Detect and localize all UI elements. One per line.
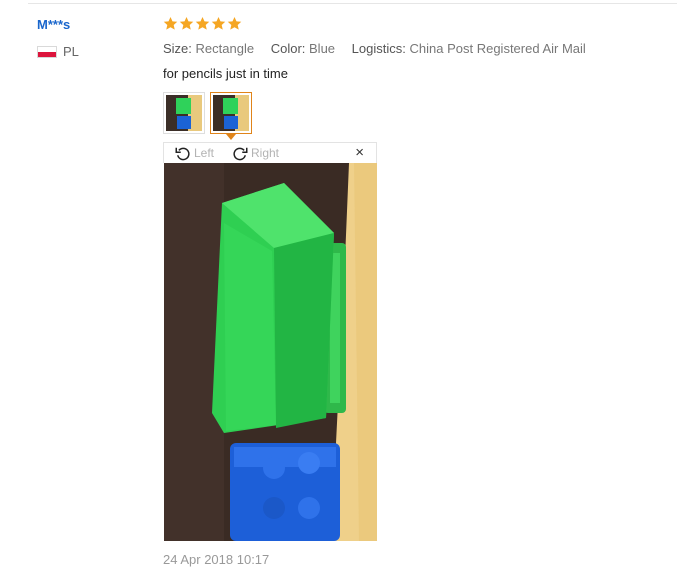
reviewer-country: PL — [37, 44, 79, 59]
star-icon — [163, 16, 178, 30]
star-icon — [179, 16, 194, 30]
photo-thumbnail-2[interactable] — [210, 92, 252, 140]
image-viewer-toolbar: Left Right × — [163, 142, 377, 163]
star-icon — [211, 16, 226, 30]
product-attributes: Size: Rectangle Color: Blue Logistics: C… — [163, 41, 599, 56]
reviewer-name[interactable]: M***s — [37, 17, 70, 32]
divider — [28, 3, 677, 4]
attribute-logistics: Logistics: China Post Registered Air Mai… — [351, 41, 586, 56]
star-icon — [195, 16, 210, 30]
active-caret-icon — [226, 134, 236, 140]
star-rating — [163, 16, 242, 31]
rotate-right-icon — [233, 147, 248, 161]
photo-thumbnail-1[interactable] — [163, 92, 205, 134]
rotate-right-label: Right — [251, 146, 280, 160]
rotate-right-button[interactable]: Right — [231, 144, 279, 162]
review-date: 24 Apr 2018 10:17 — [163, 552, 270, 567]
poland-flag-icon — [37, 45, 57, 58]
star-icon — [227, 16, 242, 30]
review-text: for pencils just in time — [163, 66, 288, 81]
attribute-color: Color: Blue — [270, 41, 336, 56]
rotate-left-label: Left — [194, 146, 215, 160]
attribute-size: Size: Rectangle — [163, 41, 255, 56]
review-photo — [164, 163, 377, 541]
rotate-left-button[interactable]: Left — [174, 144, 214, 162]
country-code: PL — [63, 44, 79, 59]
close-viewer-button[interactable]: × — [355, 144, 364, 161]
photo-thumbnails — [163, 92, 252, 140]
rotate-left-icon — [175, 147, 190, 161]
